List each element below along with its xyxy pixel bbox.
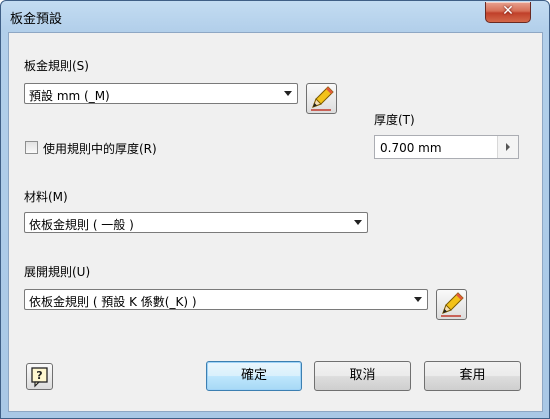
unfold-rule-dropdown[interactable]: 依板金規則 ( 預設 K 係數(_K) ) bbox=[24, 289, 428, 310]
sheet-metal-rule-value: 預設 mm (_M) bbox=[29, 89, 110, 103]
ok-button[interactable]: 確定 bbox=[206, 361, 302, 391]
material-value: 依板金規則 ( 一般 ) bbox=[29, 218, 134, 232]
thickness-field[interactable]: 0.700 mm bbox=[374, 135, 519, 159]
edit-rule-button[interactable] bbox=[306, 83, 337, 114]
chevron-down-icon bbox=[354, 220, 362, 225]
thickness-label: 厚度(T) bbox=[374, 113, 415, 127]
close-icon: ✕ bbox=[502, 3, 514, 19]
chevron-down-icon bbox=[284, 91, 292, 96]
title-bar[interactable]: 板金預設 ✕ bbox=[1, 1, 549, 31]
pencil-icon bbox=[311, 86, 334, 111]
material-dropdown[interactable]: 依板金規則 ( 一般 ) bbox=[24, 212, 368, 233]
edit-unfold-rule-button[interactable] bbox=[436, 289, 467, 320]
window-title: 板金預設 bbox=[10, 12, 63, 27]
material-label: 材料(M) bbox=[24, 190, 68, 204]
unfold-rule-label: 展開規則(U) bbox=[24, 265, 91, 279]
cancel-button[interactable]: 取消 bbox=[314, 361, 411, 391]
pencil-icon bbox=[441, 292, 464, 317]
thickness-spin-button[interactable] bbox=[497, 136, 518, 158]
help-icon: ? bbox=[31, 367, 48, 388]
help-button[interactable]: ? bbox=[26, 363, 53, 390]
sheet-metal-rule-dropdown[interactable]: 預設 mm (_M) bbox=[24, 83, 298, 104]
thickness-value: 0.700 mm bbox=[380, 141, 442, 155]
apply-button[interactable]: 套用 bbox=[424, 361, 521, 391]
dialog-window: 板金預設 ✕ 板金規則(S) 預設 mm (_M) 厚度(T) 0.700 mm bbox=[0, 0, 550, 419]
close-button[interactable]: ✕ bbox=[485, 2, 531, 23]
use-rule-thickness-label[interactable]: 使用規則中的厚度(R) bbox=[43, 140, 157, 157]
sheet-metal-rule-label: 板金規則(S) bbox=[24, 59, 89, 73]
unfold-rule-value: 依板金規則 ( 預設 K 係數(_K) ) bbox=[29, 295, 197, 309]
chevron-down-icon bbox=[414, 297, 422, 302]
svg-text:?: ? bbox=[36, 369, 42, 382]
use-rule-thickness-checkbox[interactable] bbox=[25, 141, 38, 154]
dialog-client-area: 板金規則(S) 預設 mm (_M) 厚度(T) 0.700 mm 使用規則中的… bbox=[8, 32, 543, 412]
